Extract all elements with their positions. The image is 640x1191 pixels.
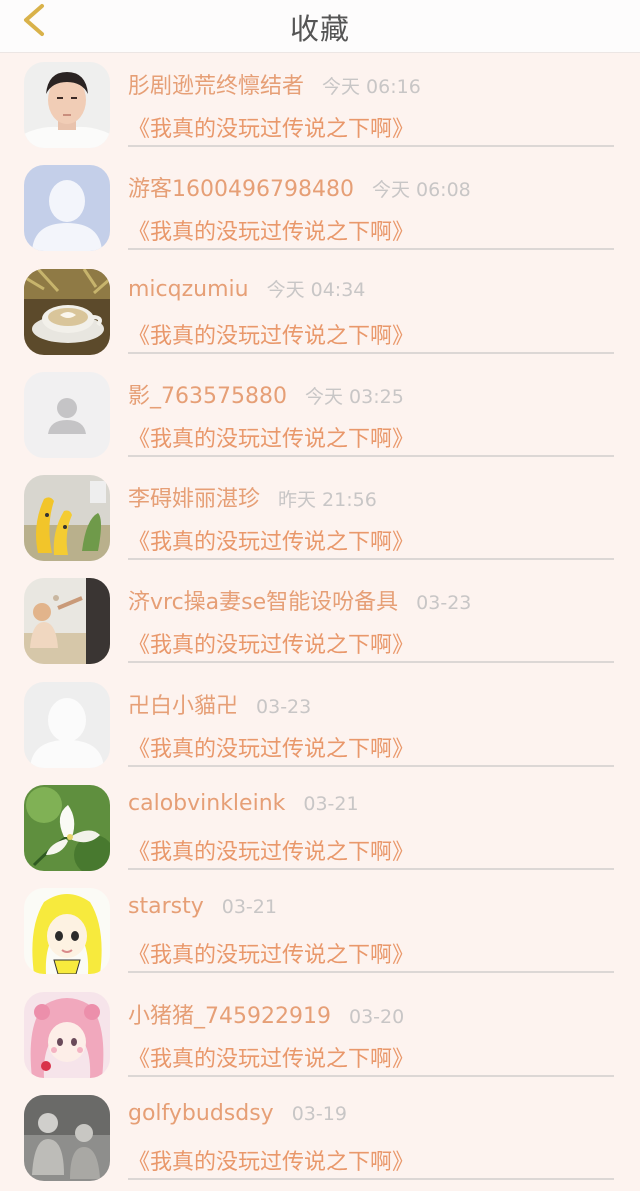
user-name[interactable]: 游客1600496798480 [128, 177, 354, 202]
divider [128, 248, 614, 251]
list-item[interactable]: starsty 03-21 《我真的没玩过传说之下啊》 [0, 878, 640, 981]
divider [128, 661, 614, 664]
avatar[interactable] [24, 991, 110, 1078]
timestamp: 03-20 [348, 1005, 405, 1028]
timestamp: 03-19 [291, 1102, 347, 1125]
page-title: 收藏 [289, 12, 350, 46]
list-item[interactable]: calobvinkleink 03-21 《我真的没玩过传说之下啊》 [0, 775, 640, 878]
user-name[interactable]: 李碍婔丽湛珍 [128, 487, 260, 512]
avatar[interactable] [24, 371, 110, 458]
avatar[interactable] [24, 62, 110, 148]
list-item[interactable]: 卍白小貓卍 03-23 《我真的没玩过传说之下啊》 [0, 672, 640, 775]
header-bar: 收藏 [0, 0, 640, 53]
divider [128, 868, 614, 871]
book-link[interactable]: 《我真的没玩过传说之下啊》 [128, 524, 414, 556]
avatar[interactable] [24, 475, 110, 562]
divider [128, 145, 614, 147]
book-link[interactable]: 《我真的没玩过传说之下啊》 [128, 421, 414, 453]
user-name[interactable]: 影_763575880 [128, 384, 287, 409]
user-name[interactable]: golfybudsdsy [128, 1101, 274, 1126]
list-item[interactable]: 肜剧逊荒终懔结者 今天 06:16 《我真的没玩过传说之下啊》 [0, 52, 640, 155]
divider [128, 454, 614, 457]
book-link[interactable]: 《我真的没玩过传说之下啊》 [128, 834, 414, 866]
list-item[interactable]: 小猪猪_745922919 03-20 《我真的没玩过传说之下啊》 [0, 982, 640, 1085]
avatar[interactable] [24, 268, 110, 355]
user-name[interactable]: micqzumiu [128, 277, 249, 302]
user-name[interactable]: 卍白小貓卍 [128, 694, 238, 719]
avatar[interactable] [24, 1094, 110, 1181]
book-link[interactable]: 《我真的没玩过传说之下啊》 [128, 1144, 414, 1176]
book-link[interactable]: 《我真的没玩过传说之下啊》 [128, 214, 414, 246]
avatar[interactable] [24, 888, 110, 975]
avatar[interactable] [24, 578, 110, 665]
avatar[interactable] [24, 785, 110, 872]
divider [128, 558, 614, 561]
user-name[interactable]: 小猪猪_745922919 [128, 1004, 331, 1029]
timestamp: 03-21 [303, 793, 359, 816]
timestamp: 今天 06:16 [322, 76, 421, 98]
favorites-list: 肜剧逊荒终懔结者 今天 06:16 《我真的没玩过传说之下啊》 游客1600496… [0, 52, 640, 1188]
list-item[interactable]: 李碍婔丽湛珍 昨天 21:56 《我真的没玩过传说之下啊》 [0, 465, 640, 568]
timestamp: 03-21 [221, 896, 277, 919]
list-item[interactable]: 济vrc操a妻se智能设吩备具 03-23 《我真的没玩过传说之下啊》 [0, 568, 640, 671]
book-link[interactable]: 《我真的没玩过传说之下啊》 [128, 1041, 414, 1073]
book-link[interactable]: 《我真的没玩过传说之下啊》 [128, 731, 414, 763]
divider [128, 1074, 614, 1077]
book-link[interactable]: 《我真的没玩过传说之下啊》 [128, 318, 414, 350]
list-item[interactable]: 游客1600496798480 今天 06:08 《我真的没玩过传说之下啊》 [0, 155, 640, 258]
list-item[interactable]: 影_763575880 今天 03:25 《我真的没玩过传说之下啊》 [0, 362, 640, 465]
book-link[interactable]: 《我真的没玩过传说之下啊》 [128, 937, 414, 969]
timestamp: 今天 04:34 [266, 278, 366, 301]
user-name[interactable]: 肜剧逊荒终懔结者 [128, 74, 304, 99]
divider [128, 351, 614, 354]
timestamp: 今天 03:25 [304, 385, 404, 408]
book-link[interactable]: 《我真的没玩过传说之下啊》 [128, 111, 414, 143]
user-name[interactable]: starsty [128, 894, 204, 919]
user-name[interactable]: 济vrc操a妻se智能设吩备具 [128, 590, 398, 615]
timestamp: 03-23 [416, 592, 472, 615]
divider [128, 971, 614, 974]
divider [128, 764, 614, 767]
timestamp: 03-23 [256, 695, 312, 718]
avatar[interactable] [24, 681, 110, 768]
book-link[interactable]: 《我真的没玩过传说之下啊》 [128, 627, 414, 659]
user-name[interactable]: calobvinkleink [128, 791, 285, 816]
timestamp: 昨天 21:56 [278, 489, 377, 512]
avatar[interactable] [24, 165, 110, 252]
list-item[interactable]: micqzumiu 今天 04:34 《我真的没玩过传说之下啊》 [0, 259, 640, 362]
list-item[interactable]: golfybudsdsy 03-19 《我真的没玩过传说之下啊》 [0, 1085, 640, 1188]
timestamp: 今天 06:08 [371, 179, 471, 202]
divider [128, 1177, 614, 1180]
